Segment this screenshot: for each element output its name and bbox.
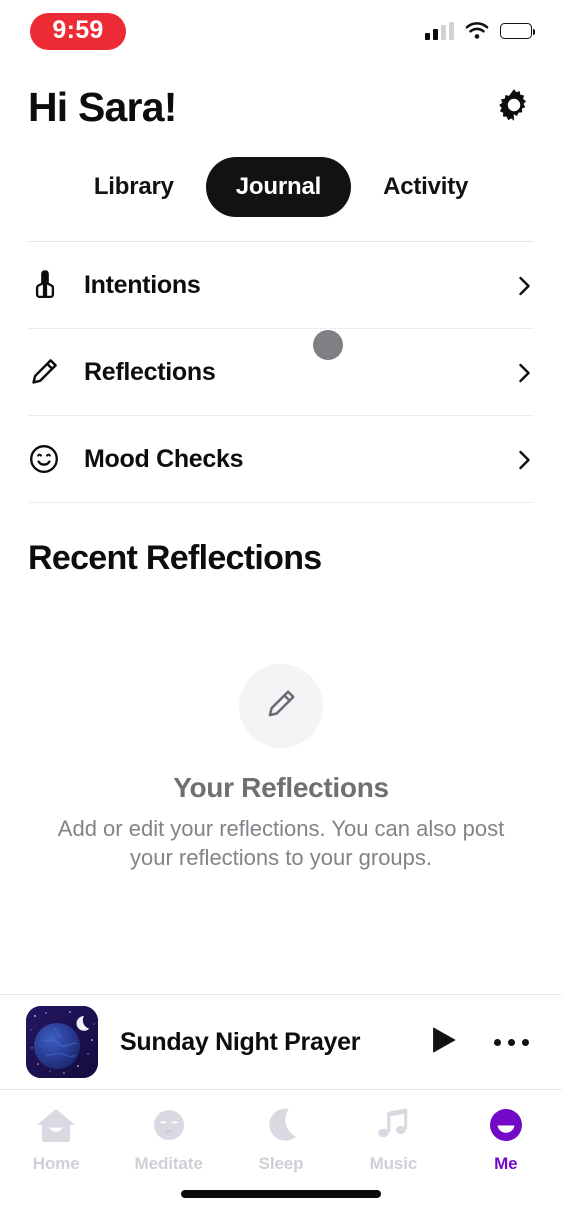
smiley-face-icon	[28, 443, 84, 475]
menu-row-intentions[interactable]: Intentions	[28, 242, 534, 329]
moon-icon	[258, 1102, 304, 1148]
pencil-icon	[264, 687, 298, 726]
nav-item-me[interactable]: Me	[450, 1102, 562, 1174]
praying-hands-icon	[28, 268, 84, 302]
more-dots-icon	[493, 1038, 529, 1046]
nav-label: Me	[494, 1154, 518, 1173]
gear-icon	[497, 88, 531, 127]
recent-reflections-title: Recent Reflections	[28, 539, 322, 577]
home-smile-icon	[33, 1102, 79, 1148]
music-note-icon	[370, 1102, 416, 1148]
chevron-right-icon	[512, 274, 534, 296]
menu-row-mood-checks[interactable]: Mood Checks	[28, 416, 534, 503]
nav-label: Music	[369, 1154, 418, 1173]
nav-label: Meditate	[134, 1154, 203, 1173]
segmented-tabs: Library Journal Activity	[0, 157, 562, 217]
nav-label: Home	[32, 1154, 80, 1173]
battery-icon	[500, 23, 536, 39]
menu-row-label: Reflections	[84, 357, 216, 386]
pencil-icon	[28, 356, 84, 388]
menu-row-reflections[interactable]: Reflections	[28, 329, 534, 416]
cellular-bars-icon	[425, 22, 454, 40]
mini-player[interactable]: Sunday Night Prayer	[0, 994, 562, 1090]
status-bar: 9:59	[0, 0, 562, 62]
settings-button[interactable]	[494, 88, 534, 128]
status-indicators	[425, 22, 536, 40]
wifi-icon	[465, 22, 489, 40]
cursor-pointer	[313, 330, 343, 360]
journal-menu: Intentions Reflections Mood Checks	[0, 242, 562, 503]
meditate-face-icon	[146, 1102, 192, 1148]
more-options-button[interactable]	[486, 1021, 536, 1063]
nav-item-home[interactable]: Home	[0, 1102, 112, 1174]
chevron-right-icon	[512, 448, 534, 470]
play-icon	[426, 1023, 460, 1062]
empty-state: Your Reflections Add or edit your reflec…	[0, 578, 562, 873]
empty-state-icon-circle	[239, 664, 323, 748]
nav-item-meditate[interactable]: Meditate	[112, 1102, 224, 1174]
app-screen: 9:59 Hi Sara! Library Journal Activity I…	[0, 0, 562, 1218]
menu-row-label: Intentions	[84, 270, 201, 299]
nav-item-music[interactable]: Music	[337, 1102, 449, 1174]
nav-item-sleep[interactable]: Sleep	[225, 1102, 337, 1174]
tab-library[interactable]: Library	[72, 159, 196, 215]
empty-state-subtitle: Add or edit your reflections. You can al…	[57, 816, 505, 871]
home-indicator	[181, 1190, 381, 1198]
page-header: Hi Sara!	[0, 62, 562, 131]
page-title: Hi Sara!	[28, 84, 177, 130]
tab-journal[interactable]: Journal	[205, 157, 352, 217]
chevron-right-icon	[512, 361, 534, 383]
track-artwork	[26, 1006, 98, 1078]
status-time-pill: 9:59	[30, 12, 126, 50]
empty-state-title: Your Reflections	[173, 772, 389, 803]
menu-row-label: Mood Checks	[84, 444, 244, 473]
play-button[interactable]	[422, 1021, 464, 1063]
me-smile-icon	[483, 1102, 529, 1148]
nav-label: Sleep	[258, 1154, 304, 1173]
tab-activity[interactable]: Activity	[361, 159, 490, 215]
track-title: Sunday Night Prayer	[120, 1027, 361, 1056]
bottom-navigation: Home Meditate Sleep Music Me	[0, 1090, 562, 1218]
